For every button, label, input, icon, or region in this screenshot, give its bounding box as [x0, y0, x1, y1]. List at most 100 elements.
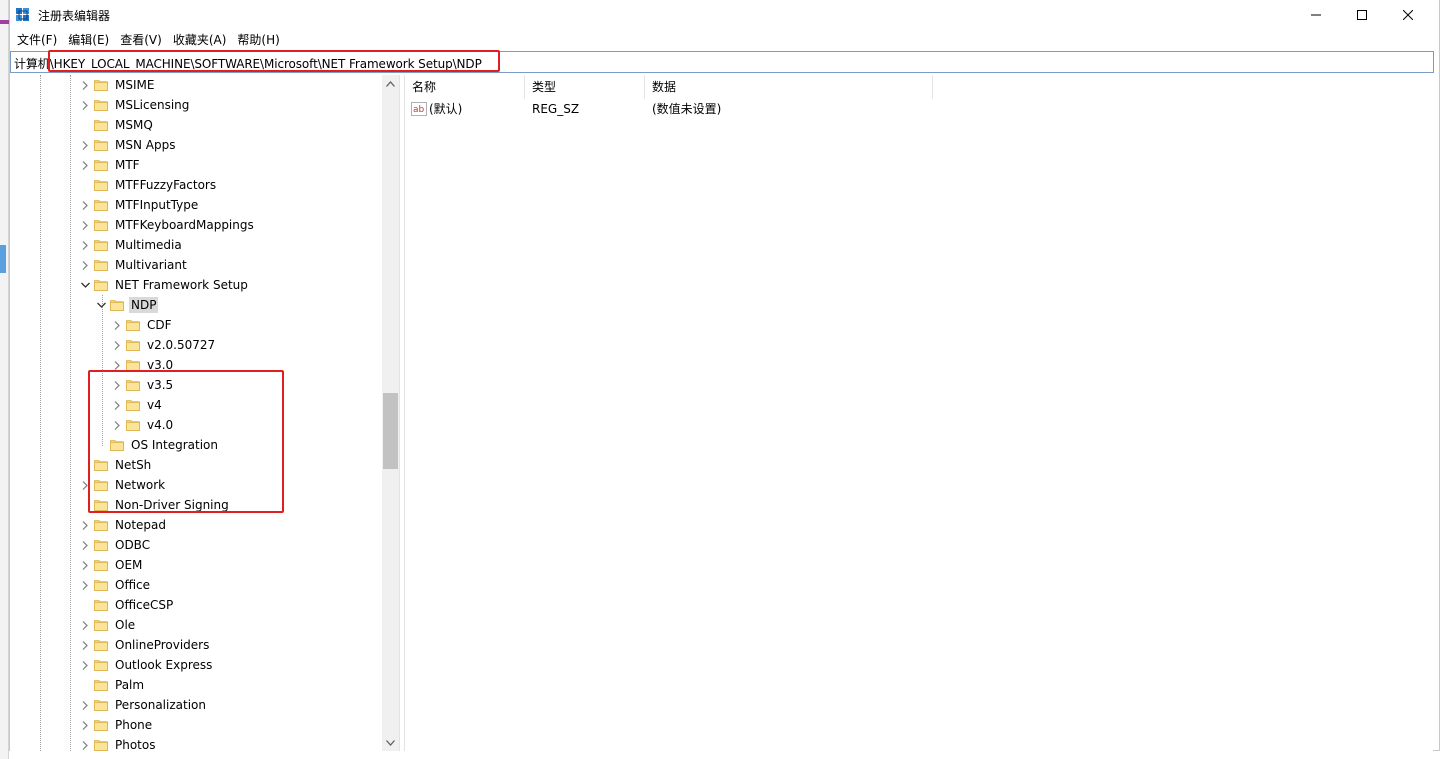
- tree-item[interactable]: v3.5: [111, 375, 175, 395]
- tree-item-label: Multimedia: [115, 238, 182, 252]
- tree-item[interactable]: OEM: [79, 555, 144, 575]
- chevron-right-icon[interactable]: [79, 215, 91, 235]
- values-list[interactable]: 名称 类型 数据 ab (默认) REG_SZ (数值未设置): [405, 75, 1433, 751]
- address-bar[interactable]: 计算机\HKEY_LOCAL_MACHINE\SOFTWARE\Microsof…: [10, 50, 1434, 73]
- tree-item-label: v3.5: [147, 378, 174, 392]
- tree-item-label: MTFFuzzyFactors: [115, 178, 217, 192]
- tree-item[interactable]: v3.0: [111, 355, 175, 375]
- tree-item-label: Network: [115, 478, 166, 492]
- chevron-right-icon[interactable]: [79, 155, 91, 175]
- chevron-right-icon[interactable]: [79, 575, 91, 595]
- scroll-down-button[interactable]: [382, 734, 399, 751]
- list-header: 名称 类型 数据: [405, 75, 1433, 99]
- value-name-cell: ab (默认): [411, 99, 462, 119]
- tree-item[interactable]: MSN Apps: [79, 135, 177, 155]
- chevron-right-icon[interactable]: [79, 615, 91, 635]
- tree-item[interactable]: OS Integration: [95, 435, 220, 455]
- tree-item[interactable]: Notepad: [79, 515, 168, 535]
- folder-icon: [94, 199, 108, 211]
- menu-help[interactable]: 帮助(H): [232, 30, 285, 50]
- tree-item[interactable]: MTFFuzzyFactors: [79, 175, 218, 195]
- tree-item[interactable]: MTFKeyboardMappings: [79, 215, 256, 235]
- tree-item[interactable]: Personalization: [79, 695, 208, 715]
- value-name: (默认): [429, 102, 463, 116]
- menu-view[interactable]: 查看(V): [115, 30, 168, 50]
- folder-icon: [94, 459, 108, 471]
- chevron-right-icon[interactable]: [79, 475, 91, 495]
- column-header-type[interactable]: 类型: [525, 75, 645, 99]
- tree-item[interactable]: Network: [79, 475, 167, 495]
- maximize-button[interactable]: [1339, 0, 1385, 30]
- chevron-right-icon[interactable]: [79, 555, 91, 575]
- chevron-right-icon[interactable]: [111, 315, 123, 335]
- address-path[interactable]: 计算机\HKEY_LOCAL_MACHINE\SOFTWARE\Microsof…: [14, 55, 482, 72]
- folder-icon: [94, 659, 108, 671]
- tree-item[interactable]: Multivariant: [79, 255, 189, 275]
- folder-icon: [94, 479, 108, 491]
- chevron-right-icon[interactable]: [79, 235, 91, 255]
- tree-item[interactable]: CDF: [111, 315, 174, 335]
- chevron-right-icon[interactable]: [79, 135, 91, 155]
- minimize-button[interactable]: [1293, 0, 1339, 30]
- tree-item[interactable]: OnlineProviders: [79, 635, 211, 655]
- tree-item[interactable]: ODBC: [79, 535, 152, 555]
- chevron-right-icon[interactable]: [111, 375, 123, 395]
- chevron-right-icon[interactable]: [111, 335, 123, 355]
- folder-icon: [94, 639, 108, 651]
- tree-item[interactable]: MTFInputType: [79, 195, 200, 215]
- menu-favorites[interactable]: 收藏夹(A): [168, 30, 233, 50]
- chevron-right-icon[interactable]: [79, 635, 91, 655]
- folder-icon: [94, 239, 108, 251]
- tree-connector: [79, 495, 91, 515]
- folder-icon: [94, 219, 108, 231]
- list-row[interactable]: ab (默认) REG_SZ (数值未设置): [405, 99, 1433, 119]
- tree-item[interactable]: Phone: [79, 715, 154, 735]
- tree-item[interactable]: NET Framework Setup: [79, 275, 250, 295]
- chevron-right-icon[interactable]: [79, 195, 91, 215]
- tree-item[interactable]: MTF: [79, 155, 142, 175]
- tree-item[interactable]: Non-Driver Signing: [79, 495, 231, 515]
- tree-item[interactable]: Ole: [79, 615, 137, 635]
- chevron-right-icon[interactable]: [111, 395, 123, 415]
- tree-item[interactable]: Photos: [79, 735, 157, 751]
- tree-item-label: NDP: [129, 297, 159, 313]
- chevron-down-icon[interactable]: [79, 275, 91, 295]
- tree-item[interactable]: OfficeCSP: [79, 595, 175, 615]
- chevron-right-icon[interactable]: [79, 515, 91, 535]
- chevron-right-icon[interactable]: [111, 355, 123, 375]
- menu-edit[interactable]: 编辑(E): [63, 30, 115, 50]
- tree-item[interactable]: v4.0: [111, 415, 175, 435]
- chevron-right-icon[interactable]: [111, 415, 123, 435]
- chevron-down-icon[interactable]: [95, 295, 107, 315]
- scroll-thumb[interactable]: [383, 393, 398, 469]
- tree-item[interactable]: Office: [79, 575, 152, 595]
- close-button[interactable]: [1385, 0, 1431, 30]
- chevron-right-icon[interactable]: [79, 655, 91, 675]
- tree-scrollbar[interactable]: [382, 75, 399, 751]
- chevron-right-icon[interactable]: [79, 75, 91, 95]
- tree-item[interactable]: Multimedia: [79, 235, 184, 255]
- tree-item[interactable]: NetSh: [79, 455, 153, 475]
- column-header-name[interactable]: 名称: [405, 75, 525, 99]
- tree-item[interactable]: NDP: [95, 295, 159, 315]
- chevron-right-icon[interactable]: [79, 715, 91, 735]
- chevron-right-icon[interactable]: [79, 695, 91, 715]
- tree-item[interactable]: MSIME: [79, 75, 156, 95]
- tree-item[interactable]: Palm: [79, 675, 146, 695]
- tree-item[interactable]: Outlook Express: [79, 655, 214, 675]
- chevron-right-icon[interactable]: [79, 255, 91, 275]
- tree-item[interactable]: MSLicensing: [79, 95, 191, 115]
- scroll-up-button[interactable]: [382, 75, 399, 92]
- tree-item[interactable]: MSMQ: [79, 115, 155, 135]
- registry-tree[interactable]: MSIME MSLicensing MSMQ MSN Apps MTF MTFFuzzyF…: [10, 75, 399, 751]
- folder-icon: [94, 499, 108, 511]
- tree-connector: [79, 675, 91, 695]
- menu-file[interactable]: 文件(F): [12, 30, 63, 50]
- chevron-right-icon[interactable]: [79, 95, 91, 115]
- folder-icon: [94, 519, 108, 531]
- tree-item[interactable]: v4: [111, 395, 164, 415]
- column-header-data[interactable]: 数据: [645, 75, 933, 99]
- chevron-right-icon[interactable]: [79, 735, 91, 751]
- tree-item[interactable]: v2.0.50727: [111, 335, 217, 355]
- chevron-right-icon[interactable]: [79, 535, 91, 555]
